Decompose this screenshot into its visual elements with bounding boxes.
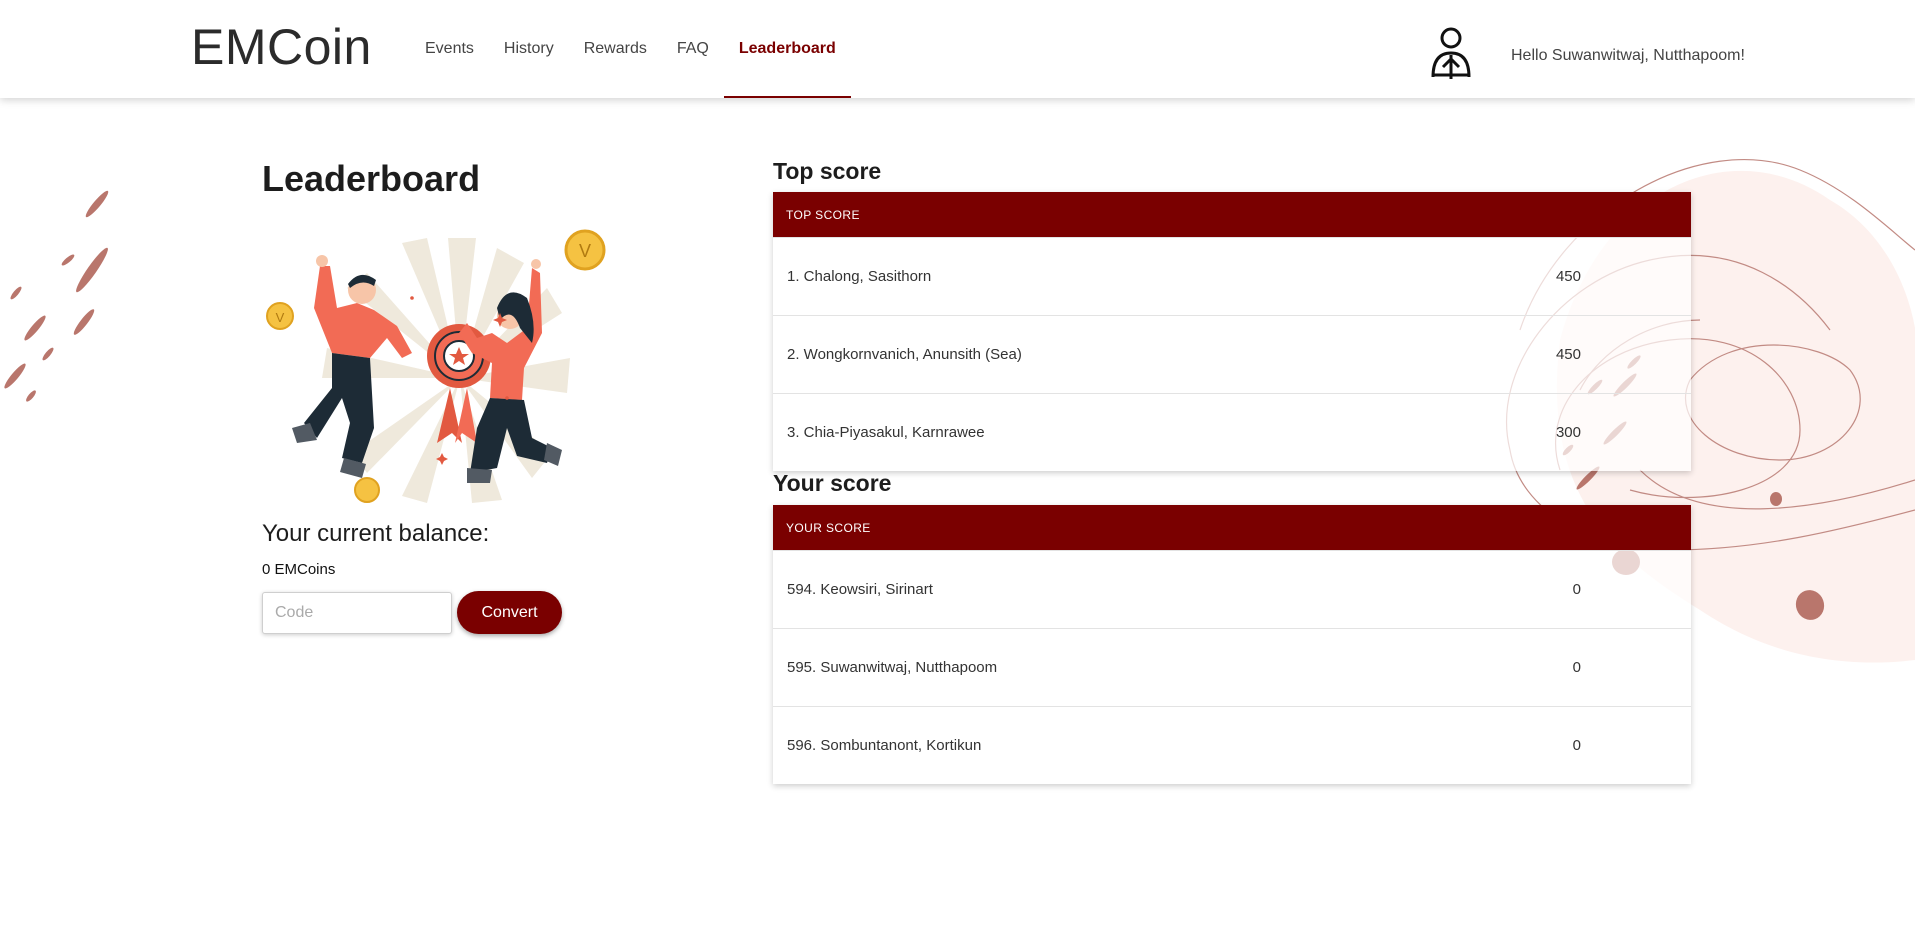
row-score: 450 [1555, 268, 1581, 285]
row-score: 300 [1555, 424, 1581, 441]
nav-item-events[interactable]: Events [410, 0, 489, 98]
table-row: 1. Chalong, Sasithorn 450 [773, 237, 1691, 315]
page-title: Leaderboard [262, 158, 481, 199]
coin-icon-top: V [564, 229, 606, 271]
row-name: 594. Keowsiri, Sirinart [787, 581, 933, 598]
nav-item-history[interactable]: History [489, 0, 569, 98]
balance-value: 0 EMCoins [262, 561, 336, 578]
table-row: 2. Wongkornvanich, Anunsith (Sea) 450 [773, 315, 1691, 393]
top-navbar: EMCoin Events History Rewards FAQ Leader… [0, 0, 1915, 98]
svg-text:V: V [276, 310, 285, 325]
your-score-table: YOUR SCORE 594. Keowsiri, Sirinart 0 595… [773, 505, 1691, 784]
nav-item-rewards[interactable]: Rewards [569, 0, 662, 98]
user-avatar-icon[interactable] [1429, 27, 1473, 81]
row-name: 1. Chalong, Sasithorn [787, 268, 932, 285]
celebration-illustration: V V [266, 229, 606, 503]
table-row: 594. Keowsiri, Sirinart 0 [773, 550, 1691, 628]
code-input[interactable] [262, 592, 452, 634]
coin-icon-left: V [266, 302, 294, 330]
top-score-table: TOP SCORE 1. Chalong, Sasithorn 450 2. W… [773, 192, 1691, 471]
main-nav: Events History Rewards FAQ Leaderboard [410, 0, 851, 98]
coin-icon-bottom [354, 477, 380, 503]
row-name: 596. Sombuntanont, Kortikun [787, 737, 982, 754]
row-score: 0 [1572, 737, 1581, 754]
top-score-title: Top score [773, 158, 882, 184]
table-row: 595. Suwanwitwaj, Nutthapoom 0 [773, 628, 1691, 706]
svg-text:V: V [579, 241, 591, 261]
balance-title: Your current balance: [262, 520, 490, 547]
row-name: 595. Suwanwitwaj, Nutthapoom [787, 659, 998, 676]
brush-strokes-decoration [4, 190, 109, 402]
your-score-header: YOUR SCORE [773, 505, 1691, 550]
top-score-header: TOP SCORE [773, 192, 1691, 237]
convert-button[interactable]: Convert [457, 591, 562, 634]
row-score: 0 [1572, 581, 1581, 598]
row-name: 3. Chia-Piyasakul, Karnrawee [787, 424, 985, 441]
row-name: 2. Wongkornvanich, Anunsith (Sea) [787, 346, 1022, 363]
row-score: 450 [1555, 346, 1581, 363]
table-row: 596. Sombuntanont, Kortikun 0 [773, 706, 1691, 784]
user-greeting: Hello Suwanwitwaj, Nutthapoom! [1511, 47, 1745, 64]
nav-item-leaderboard[interactable]: Leaderboard [723, 0, 851, 98]
your-score-title: Your score [773, 470, 892, 496]
row-score: 0 [1572, 659, 1581, 676]
table-row: 3. Chia-Piyasakul, Karnrawee 300 [773, 393, 1691, 471]
nav-item-faq[interactable]: FAQ [662, 0, 724, 98]
brand-logo[interactable]: EMCoin [191, 18, 372, 76]
